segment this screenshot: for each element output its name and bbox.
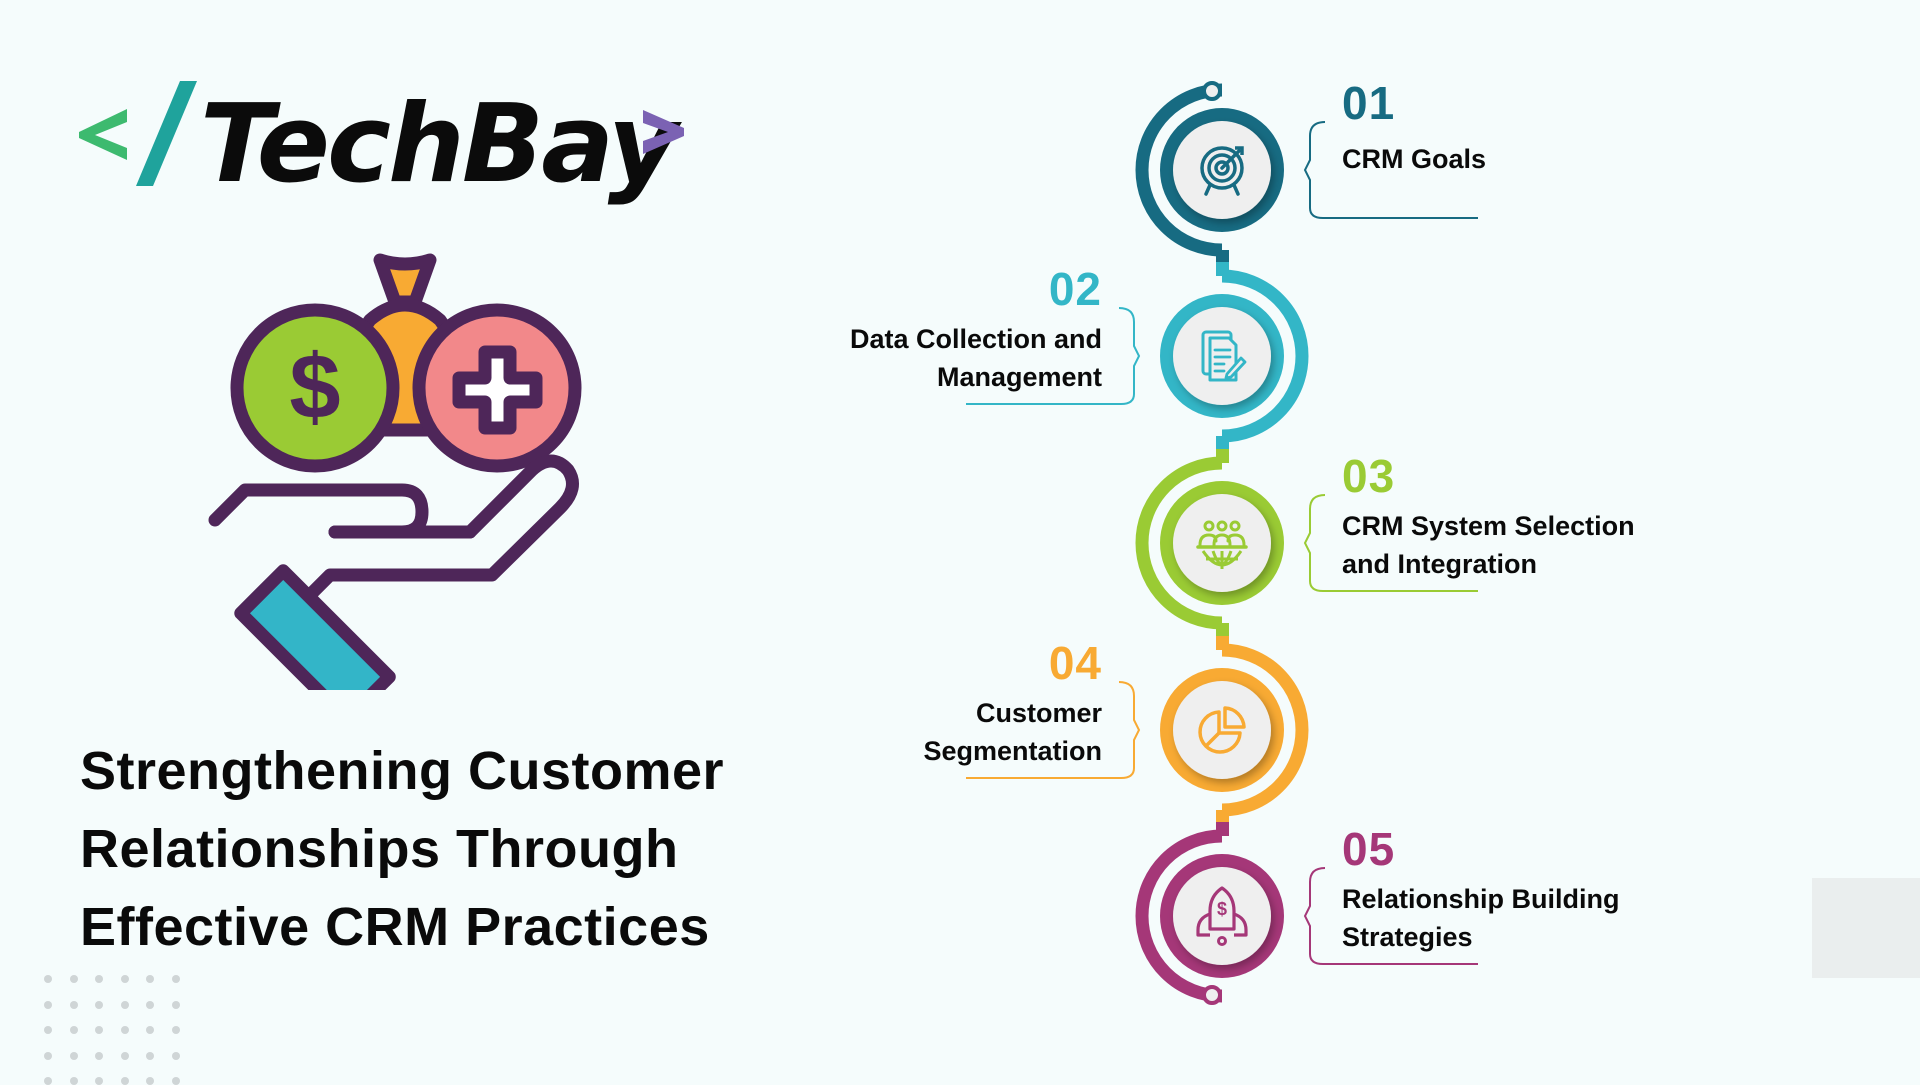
connector-stub [1216,623,1229,637]
logo-left-bracket [79,109,127,160]
grid-dot [95,1026,103,1034]
grid-dot [171,1051,180,1060]
step-label: Customer Segmentation [923,694,1102,770]
logo-name: TechBay [200,82,678,207]
grid-dot [44,1051,52,1060]
grid-dot [146,975,154,983]
grid-dot [69,975,78,983]
logo-right-bracket-icon [643,110,684,154]
grid-dot [69,1000,78,1009]
grid-dot [95,975,103,983]
step-label-line: Strategies [1342,922,1473,952]
step-label-line: CRM System Selection [1342,511,1635,541]
step-number: 04 [1048,637,1102,689]
grid-dot [120,1026,129,1034]
step-number: 01 [1342,77,1396,129]
grid-dot [69,1077,78,1085]
connector-stub [1216,436,1229,450]
step-label: CRM System Selection and Integration [1342,507,1635,583]
step-number: 03 [1342,450,1396,502]
dollar-sign-icon: $ [289,336,340,438]
decorative-gray-block [1812,878,1920,978]
step-label: Data Collection and Management [850,320,1102,396]
grid-dot [44,1026,52,1034]
svg-text:$: $ [1217,899,1227,919]
step-icon-disc [1173,307,1271,405]
connector-stub [1216,810,1229,824]
step-outer-arc [1221,269,1309,443]
grid-dot [146,1051,154,1060]
decorative-dot-grid [30,962,190,1085]
title-line: Strengthening Customer [80,741,725,801]
techbay-logo: TechBay [72,70,712,220]
page-title: Strengthening Customer Relationships Thr… [80,732,800,966]
hand-holding-money-illustration: $ [208,253,582,690]
timeline-end-dot [1202,985,1222,1005]
step-label-line: Management [936,362,1102,392]
step-icon-disc [1173,867,1271,965]
code-bracket-slash-icon [79,81,197,186]
grid-dot [146,1077,154,1085]
step-label-line: Data Collection and [849,324,1102,354]
step-label-line: Segmentation [923,736,1102,766]
step-outer-arc [1135,829,1223,1003]
step-icon-disc [1173,681,1271,779]
step-label-line: CRM Goals [1342,144,1487,174]
grid-dot [69,1051,78,1060]
step-icon-disc [1173,494,1271,592]
grid-dot [120,1077,129,1085]
step-ring [1160,108,1284,232]
step-outer-arc [1135,83,1223,257]
document-edit-icon [1201,330,1247,382]
grid-dot [171,975,180,983]
step-ring [1160,294,1284,418]
step-outer-arc [1135,456,1223,630]
money-bag-neck [373,253,437,309]
grid-dot [44,1077,52,1085]
grid-dot [146,1000,154,1009]
grid-dot [120,1000,129,1009]
grid-dot [146,1026,154,1034]
step-label-line: Relationship Building [1342,884,1620,914]
logo-slash [136,81,197,186]
grid-dot [44,1000,52,1009]
step-label-line: Customer [975,698,1102,728]
timeline-start-dot [1202,81,1222,101]
step-ring [1160,854,1284,978]
grid-dot [171,1077,180,1085]
step-outer-arc [1221,643,1309,817]
grid-dot [95,1077,103,1085]
grid-dot [95,1000,103,1009]
connector-stub [1216,262,1229,276]
step-label: CRM Goals [1342,140,1486,178]
grid-dot [171,1000,180,1009]
title-line: Effective CRM Practices [80,897,710,957]
grid-dot [120,975,129,983]
step-label-line: and Integration [1342,549,1537,579]
step-ring [1160,668,1284,792]
grid-dot [120,1051,129,1060]
step-icon-disc [1173,121,1271,219]
pie-chart-icon [1198,706,1246,754]
title-line: Relationships Through [80,819,679,879]
step-ring [1160,481,1284,605]
team-globe-icon [1196,520,1248,569]
grid-dot [44,975,52,983]
connector-stub [1216,250,1229,264]
grid-dot [171,1026,180,1034]
step-number: 05 [1342,823,1396,875]
connector-stub [1216,822,1229,836]
connector-stub [1216,636,1229,650]
grid-dot [69,1026,78,1034]
step-label: Relationship Building Strategies [1342,880,1620,956]
target-icon [1200,146,1244,196]
connector-stub [1216,449,1229,463]
step-number: 02 [1048,263,1102,315]
grid-dot [95,1051,103,1060]
rocket-dollar-icon: $ [1196,886,1248,946]
